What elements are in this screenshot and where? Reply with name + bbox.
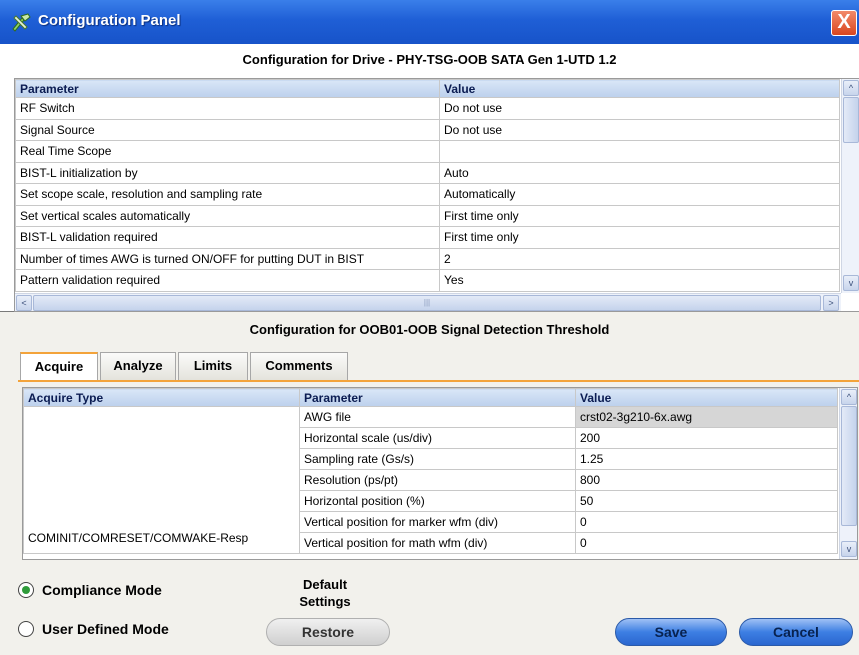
parameter-cell: Signal Source — [15, 118, 440, 141]
value-cell[interactable]: Do not use — [439, 118, 840, 141]
save-button[interactable]: Save — [615, 618, 727, 646]
close-icon: X — [837, 11, 851, 33]
radio-selected-icon[interactable] — [18, 582, 34, 598]
value-cell[interactable]: 1.25 — [575, 448, 838, 470]
column-header-parameter[interactable]: Parameter — [15, 79, 440, 98]
scroll-thumb[interactable] — [841, 406, 857, 526]
acquire-header-row: Acquire Type Parameter Value — [23, 388, 838, 407]
parameter-cell: Number of times AWG is turned ON/OFF for… — [15, 247, 440, 270]
value-cell[interactable]: 0 — [575, 532, 838, 554]
radio-unselected-icon[interactable] — [18, 621, 34, 637]
column-header-value[interactable]: Value — [575, 388, 838, 407]
acquire-vertical-scrollbar[interactable]: ^ v — [839, 388, 857, 559]
column-header-parameter[interactable]: Parameter — [299, 388, 576, 407]
value-cell[interactable]: Auto — [439, 161, 840, 184]
drive-config-panel: Configuration for Drive - PHY-TSG-OOB SA… — [0, 44, 859, 312]
drive-config-header-row: Parameter Value — [15, 79, 840, 98]
value-cell[interactable]: 2 — [439, 247, 840, 270]
tools-icon — [12, 13, 31, 32]
value-cell[interactable]: First time only — [439, 226, 840, 249]
value-cell[interactable]: Yes — [439, 269, 840, 292]
restore-button[interactable]: Restore — [266, 618, 390, 646]
drive-config-table: Parameter Value RF Switch Do not use Sign… — [15, 79, 840, 292]
scroll-up-arrow-icon[interactable]: ^ — [841, 389, 857, 405]
tab-underline — [18, 380, 859, 382]
test-config-title: Configuration for OOB01-OOB Signal Detec… — [249, 322, 610, 337]
compliance-mode-label: Compliance Mode — [42, 582, 162, 598]
parameter-cell: Horizontal scale (us/div) — [299, 427, 576, 449]
scroll-thumb[interactable] — [843, 97, 859, 143]
column-header-acquire-type[interactable]: Acquire Type — [23, 388, 300, 407]
parameter-cell: RF Switch — [15, 97, 440, 120]
scroll-right-arrow-icon[interactable]: > — [823, 295, 839, 311]
drive-config-vertical-scrollbar[interactable]: ^ v — [841, 79, 859, 293]
scroll-grip-icon: ||| — [423, 298, 431, 307]
window-title: Configuration Panel — [38, 12, 181, 29]
test-config-panel: Configuration for OOB01-OOB Signal Detec… — [0, 312, 859, 655]
table-row[interactable]: BIST-L validation required First time onl… — [15, 226, 840, 249]
user-defined-mode-label: User Defined Mode — [42, 621, 169, 637]
parameter-cell: Set vertical scales automatically — [15, 204, 440, 227]
drive-config-title: Configuration for Drive - PHY-TSG-OOB SA… — [242, 52, 617, 67]
value-cell[interactable]: First time only — [439, 204, 840, 227]
table-row[interactable]: BIST-L initialization by Auto — [15, 161, 840, 184]
table-row[interactable]: Set scope scale, resolution and sampling… — [15, 183, 840, 206]
value-cell[interactable]: 0 — [575, 511, 838, 533]
cancel-button[interactable]: Cancel — [739, 618, 853, 646]
default-settings-line1: Default — [302, 577, 348, 592]
scroll-thumb[interactable]: ||| — [33, 295, 821, 311]
default-settings-line2: Settings — [299, 594, 351, 609]
parameter-cell: Real Time Scope — [15, 140, 440, 163]
value-cell[interactable]: 200 — [575, 427, 838, 449]
tab-acquire[interactable]: Acquire — [20, 352, 98, 381]
table-row[interactable]: RF Switch Do not use — [15, 97, 840, 120]
parameter-cell: Sampling rate (Gs/s) — [299, 448, 576, 470]
table-row[interactable]: Pattern validation required Yes — [15, 269, 840, 292]
table-row[interactable]: COMINIT/COMRESET/COMWAKE-Resp AWG file c… — [23, 406, 838, 554]
drive-config-horizontal-scrollbar[interactable]: < ||| > — [15, 293, 841, 311]
column-header-value[interactable]: Value — [439, 79, 840, 98]
tab-limits[interactable]: Limits — [178, 352, 248, 380]
table-row[interactable]: Number of times AWG is turned ON/OFF for… — [15, 247, 840, 270]
parameter-cell: Vertical position for marker wfm (div) — [299, 511, 576, 533]
acquire-grid: Acquire Type Parameter Value COMINIT/COM… — [22, 387, 858, 560]
drive-config-grid: Parameter Value RF Switch Do not use Sign… — [14, 78, 859, 312]
scroll-down-arrow-icon[interactable]: v — [841, 541, 857, 557]
table-row[interactable]: Set vertical scales automatically First t… — [15, 204, 840, 227]
parameter-cell: Resolution (ps/pt) — [299, 469, 576, 491]
parameter-cell: Set scope scale, resolution and sampling… — [15, 183, 440, 206]
tab-analyze[interactable]: Analyze — [100, 352, 176, 380]
acquire-type-cell[interactable]: COMINIT/COMRESET/COMWAKE-Resp — [23, 406, 300, 554]
close-button[interactable]: X — [831, 10, 857, 36]
parameter-cell: Horizontal position (%) — [299, 490, 576, 512]
value-cell[interactable]: 50 — [575, 490, 838, 512]
title-bar: Configuration Panel X — [0, 0, 859, 44]
table-row[interactable]: Signal Source Do not use — [15, 118, 840, 141]
scroll-up-arrow-icon[interactable]: ^ — [843, 80, 859, 96]
scroll-down-arrow-icon[interactable]: v — [843, 275, 859, 291]
parameter-cell: BIST-L initialization by — [15, 161, 440, 184]
tab-comments[interactable]: Comments — [250, 352, 348, 380]
value-cell[interactable]: Do not use — [439, 97, 840, 120]
table-row[interactable]: Real Time Scope — [15, 140, 840, 163]
value-cell[interactable]: Automatically — [439, 183, 840, 206]
value-cell[interactable]: 800 — [575, 469, 838, 491]
parameter-cell: AWG file — [299, 406, 576, 428]
value-cell[interactable] — [439, 140, 840, 163]
default-settings-label: Default Settings — [280, 576, 370, 610]
acquire-table: Acquire Type Parameter Value COMINIT/COM… — [23, 388, 838, 554]
parameter-cell: Vertical position for math wfm (div) — [299, 532, 576, 554]
value-cell[interactable]: crst02-3g210-6x.awg — [575, 406, 838, 428]
parameter-cell: Pattern validation required — [15, 269, 440, 292]
parameter-cell: BIST-L validation required — [15, 226, 440, 249]
scroll-left-arrow-icon[interactable]: < — [16, 295, 32, 311]
